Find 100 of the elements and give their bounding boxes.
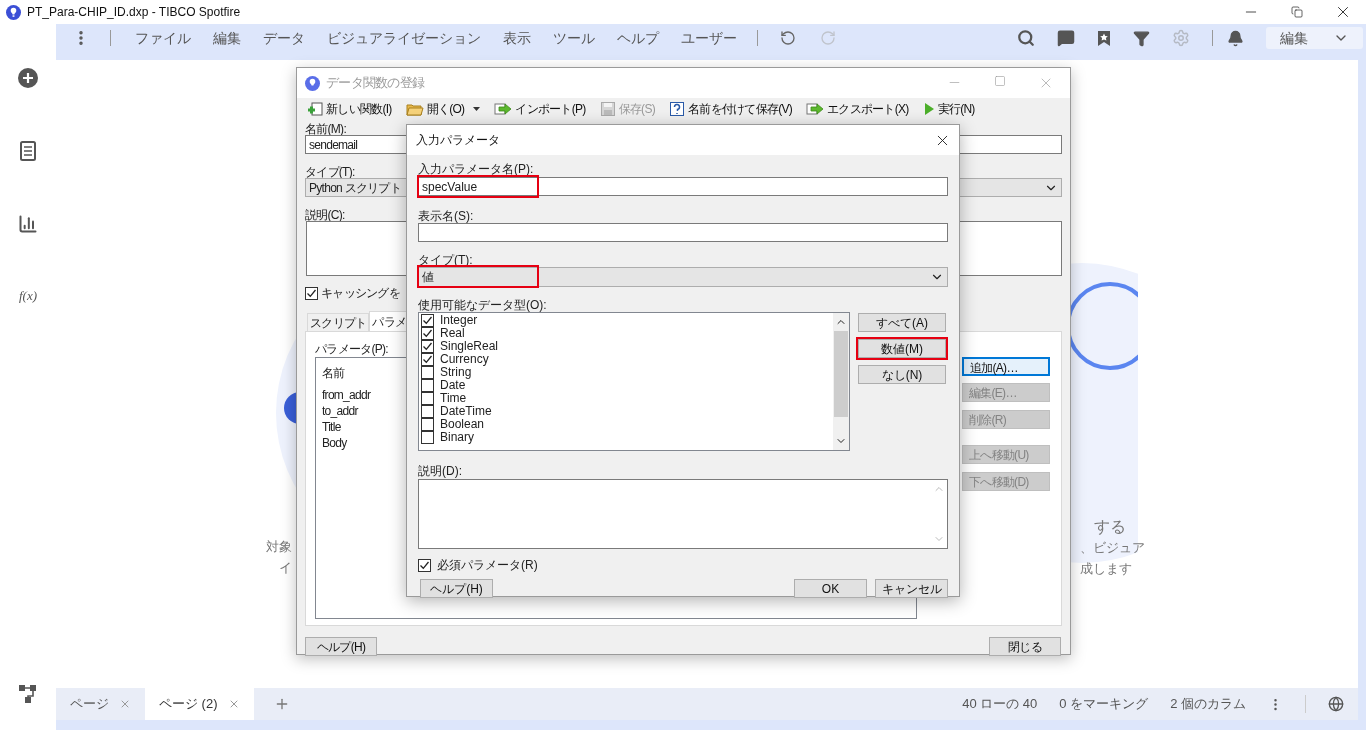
globe-icon[interactable] <box>1328 696 1344 712</box>
bookmark-icon[interactable] <box>1097 29 1111 47</box>
checkbox-label: キャッシングを <box>321 285 400 302</box>
help-button[interactable]: ヘルプ(H) <box>420 579 493 598</box>
field-label: タイプ(T): <box>305 164 355 178</box>
checkbox-label: Real <box>440 327 465 340</box>
app-logo-icon <box>305 75 320 91</box>
parameter-name-field[interactable]: specValue <box>418 177 948 196</box>
notification-icon[interactable] <box>1227 29 1244 47</box>
type-button[interactable]: すべて(A) <box>858 313 946 332</box>
field-label: 入力パラメータ名(P): <box>418 161 534 177</box>
menu-item[interactable]: ユーザー <box>681 27 737 49</box>
checkbox[interactable] <box>421 405 434 418</box>
folder-icon <box>405 101 424 117</box>
new-document-icon <box>307 101 323 117</box>
menu-item[interactable]: ファイル <box>135 27 191 49</box>
list-item[interactable]: Title <box>322 418 341 434</box>
toolbar-button[interactable]: 開く(O) <box>405 100 481 118</box>
toolbar-button[interactable]: インポート(P) <box>494 100 586 118</box>
scrollbar[interactable] <box>833 313 849 450</box>
status-text: 2 個のカラム <box>1170 695 1246 714</box>
window-title: PT_Para-CHIP_ID.dxp - TIBCO Spotfire <box>27 4 241 21</box>
field-label: 説明(D): <box>418 463 463 479</box>
bar-chart-icon[interactable] <box>18 214 38 234</box>
filter-icon[interactable] <box>1133 29 1150 47</box>
checkbox[interactable] <box>305 286 318 300</box>
checkbox[interactable] <box>421 392 434 405</box>
hint-text: 対象 <box>266 538 292 556</box>
question-document-icon <box>668 101 685 117</box>
menu-item[interactable]: ヘルプ <box>617 27 659 49</box>
menu-item[interactable]: 編集 <box>213 27 241 49</box>
list-item[interactable]: Body <box>322 434 347 450</box>
status-text: 0 をマーキング <box>1059 695 1149 714</box>
menu-item[interactable]: ツール <box>553 27 595 49</box>
page-tab[interactable]: ページ (2) <box>145 688 254 720</box>
type-button[interactable]: 数値(M) <box>858 339 946 358</box>
menu-item[interactable]: 表示 <box>503 27 531 49</box>
mode-dropdown[interactable]: 編集 <box>1266 27 1363 49</box>
toolbar-button[interactable]: 名前を付けて保存(V) <box>668 100 793 118</box>
help-button[interactable]: ヘルプ(H) <box>305 637 377 656</box>
close-dialog-button[interactable]: 閉じる <box>989 637 1061 656</box>
checkbox-label: Boolean <box>440 418 485 431</box>
field-label: 表示名(S): <box>418 208 474 223</box>
column-header: 名前 <box>322 365 345 382</box>
comments-icon[interactable] <box>1057 29 1075 47</box>
list-item[interactable]: from_addr <box>322 386 371 402</box>
hint-text: 、ビジュア <box>1080 539 1145 557</box>
cancel-button[interactable]: キャンセル <box>875 579 948 598</box>
type-select[interactable]: 値 <box>418 267 948 287</box>
checkbox[interactable] <box>421 418 434 431</box>
search-icon[interactable] <box>1017 29 1035 47</box>
checkbox-label: String <box>440 366 472 379</box>
add-icon[interactable] <box>18 68 38 88</box>
checkbox-label: Integer <box>440 314 478 327</box>
toolbar-button[interactable]: 実行(N) <box>922 100 975 118</box>
checkbox[interactable] <box>421 379 434 392</box>
checkbox-label: Currency <box>440 353 489 366</box>
caret-icon <box>473 107 481 111</box>
dialog-tab[interactable]: スクリプト <box>307 313 370 331</box>
list-label: パラメータ(P): <box>315 341 388 357</box>
checkbox-label: Time <box>440 392 467 405</box>
field-label: 名前(M): <box>305 121 346 135</box>
checkbox[interactable] <box>421 340 434 353</box>
dialog-title: データ関数の登録 <box>326 74 425 93</box>
toolbar-button[interactable]: エクスポート(X) <box>806 100 909 118</box>
checkbox[interactable] <box>421 366 434 379</box>
checkbox-label: 必須パラメータ(R) <box>437 557 538 574</box>
app-logo-icon <box>6 4 21 20</box>
type-button[interactable]: なし(N) <box>858 365 946 384</box>
page-tab[interactable]: ページ <box>56 688 145 720</box>
arrow-icon <box>806 101 825 117</box>
display-name-field[interactable] <box>418 223 948 242</box>
checkbox-label: Binary <box>440 431 474 444</box>
hint-text: する <box>1094 517 1126 537</box>
hint-text: イ <box>279 559 292 577</box>
checkbox[interactable] <box>418 558 431 572</box>
toolbar-button[interactable]: 新しい関数(I) <box>307 100 392 118</box>
dialog-title: 入力パラメータ <box>416 132 500 149</box>
checkbox-label: Date <box>440 379 466 392</box>
checkbox[interactable] <box>421 431 434 444</box>
document-list-icon[interactable] <box>20 141 36 161</box>
restore-icon[interactable] <box>1291 6 1303 18</box>
undo-icon[interactable] <box>780 30 796 46</box>
checkbox[interactable] <box>421 353 434 366</box>
side-button[interactable]: 追加(A)… <box>962 357 1050 376</box>
arrow-icon <box>494 101 513 117</box>
ok-button[interactable]: OK <box>794 579 867 598</box>
menu-item[interactable]: ビジュアライゼーション <box>327 27 481 49</box>
menu-item[interactable]: データ <box>263 27 305 49</box>
hierarchy-icon[interactable] <box>18 684 38 704</box>
checkbox[interactable] <box>421 327 434 340</box>
checkbox-label: SingleReal <box>440 340 499 353</box>
list-item[interactable]: to_addr <box>322 402 358 418</box>
field-label: 説明(C): <box>305 207 345 221</box>
checkbox[interactable] <box>421 314 434 327</box>
field-label: 使用可能なデータ型(O): <box>418 297 547 312</box>
play-icon <box>922 102 935 116</box>
status-text: 40 ローの 40 <box>962 695 1038 714</box>
checkbox-label: DateTime <box>440 405 492 418</box>
function-icon[interactable]: f(x) <box>18 286 37 306</box>
